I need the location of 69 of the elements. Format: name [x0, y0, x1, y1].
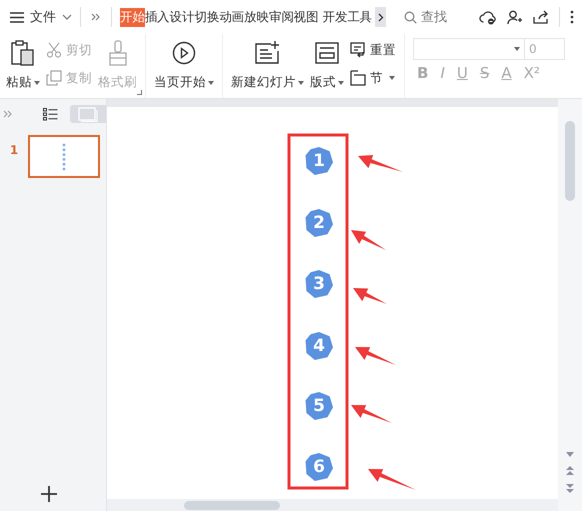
- add-user-icon[interactable]: [507, 10, 523, 24]
- number-badge: 1: [305, 147, 333, 175]
- ribbon-tab[interactable]: 插入: [144, 8, 170, 26]
- ribbon-tab[interactable]: 视图: [294, 8, 318, 26]
- more-icon[interactable]: [570, 10, 574, 24]
- slides-icon: [78, 106, 98, 122]
- vertical-scrollbar[interactable]: [558, 99, 582, 511]
- caret-icon: [34, 80, 40, 84]
- menu-icon: [10, 12, 24, 22]
- arrow-icon: [351, 405, 392, 423]
- next-slide-icon[interactable]: [566, 484, 574, 493]
- slide-thumbnail[interactable]: [28, 135, 100, 178]
- dots-icon: [62, 142, 66, 170]
- number-badge: 2: [305, 209, 333, 237]
- caret-icon: [514, 47, 520, 51]
- font-name-field[interactable]: [413, 38, 525, 60]
- reset-button[interactable]: 重置: [350, 40, 396, 60]
- layout-icon: [315, 40, 339, 66]
- file-menu[interactable]: 文件: [10, 8, 72, 26]
- chevron-down-icon: [62, 14, 72, 20]
- caret-icon: [389, 76, 395, 80]
- copy-icon: [46, 70, 62, 86]
- new-slide-button[interactable]: 新建幻灯片: [231, 38, 304, 91]
- outline-view-icon[interactable]: [43, 108, 58, 120]
- previous-slide-icon[interactable]: [566, 466, 574, 475]
- cloud-icon[interactable]: [479, 10, 497, 24]
- caret-icon: [298, 80, 304, 84]
- double-chevron-icon[interactable]: [91, 13, 101, 21]
- ribbon-tab[interactable]: 切换: [194, 8, 220, 26]
- brush-icon: [106, 40, 128, 66]
- caret-icon: [338, 80, 344, 84]
- number-badge: 6: [305, 453, 333, 481]
- new-slide-icon: [254, 40, 280, 66]
- double-chevron-icon[interactable]: [3, 110, 13, 118]
- layout-button[interactable]: 版式: [310, 38, 344, 91]
- arrow-icon: [353, 288, 387, 304]
- ribbon-tab[interactable]: 开发工具: [322, 8, 372, 26]
- play-icon: [172, 40, 196, 66]
- search-icon: [404, 10, 418, 24]
- scroll-right-button[interactable]: [375, 7, 386, 27]
- number-badge: 5: [305, 392, 333, 420]
- paste-button[interactable]: 粘贴: [6, 38, 40, 91]
- scroll-down-icon[interactable]: [566, 452, 574, 457]
- arrow-icon: [355, 347, 396, 365]
- scrollbar-thumb[interactable]: [565, 121, 575, 201]
- slide-number: 1: [8, 142, 20, 157]
- dialog-launcher-icon[interactable]: [137, 90, 142, 95]
- section-icon: [350, 70, 366, 86]
- number-badge: 3: [305, 270, 333, 298]
- ribbon-tab[interactable]: 动画: [219, 8, 244, 26]
- ribbon-tab[interactable]: 设计: [170, 8, 194, 26]
- horizontal-scrollbar[interactable]: [107, 499, 558, 511]
- number-badge: 4: [305, 332, 333, 360]
- chevron-right-icon: [378, 12, 384, 22]
- reset-icon: [350, 42, 366, 58]
- arrow-icon: [368, 469, 416, 490]
- scrollbar-thumb[interactable]: [184, 501, 280, 510]
- share-icon[interactable]: [533, 10, 549, 24]
- caret-icon: [208, 80, 214, 84]
- play-from-current-button[interactable]: 当页开始: [154, 38, 214, 91]
- arrow-icon: [351, 230, 386, 250]
- arrow-icon: [358, 155, 403, 172]
- ribbon-tab[interactable]: 放映: [244, 8, 269, 26]
- scissors-icon: [46, 42, 62, 58]
- section-button[interactable]: 节: [350, 68, 396, 88]
- search-field[interactable]: 查找: [404, 10, 456, 24]
- ribbon-tab[interactable]: 审阅: [268, 8, 294, 26]
- clipboard-icon: [11, 40, 35, 66]
- add-icon[interactable]: [41, 486, 57, 502]
